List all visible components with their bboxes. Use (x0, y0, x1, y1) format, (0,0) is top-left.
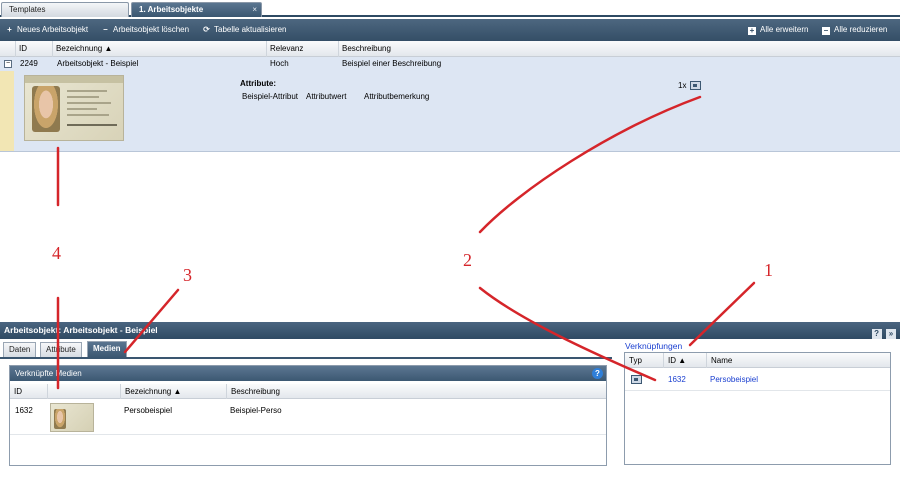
media-thumbnail-photo (54, 409, 66, 429)
minus-icon: – (103, 25, 108, 34)
refresh-icon: ⟳ (203, 25, 210, 34)
attribute-name: Beispiel-Attribut (242, 92, 299, 101)
media-icon[interactable] (690, 81, 701, 90)
media-row-description: Beispiel-Perso (230, 406, 282, 415)
detail-panel-tools: ? » (870, 325, 896, 342)
delete-object-button[interactable]: – Arbeitsobjekt löschen (101, 19, 189, 41)
delete-object-label: Arbeitsobjekt löschen (113, 25, 190, 34)
table-empty-area (0, 153, 900, 321)
media-table-row[interactable]: 1632 Persobeispiel Beispiel-Perso (10, 400, 606, 435)
row-relevance: Hoch (270, 59, 289, 68)
id-card-line (67, 114, 109, 116)
objects-table-header: ID Bezeichnung ▲ Relevanz Beschreibung (0, 41, 900, 57)
links-row-name[interactable]: Persobeispiel (710, 375, 758, 384)
tab-arbeitsobjekte-label: 1. Arbeitsobjekte (139, 5, 204, 14)
detail-panel-title: Arbeitsobjekt: Arbeitsobjekt - Beispiel (4, 325, 158, 335)
attributes-title: Attribute: (240, 79, 276, 88)
links-column-name[interactable]: Name (706, 353, 890, 368)
links-row-id[interactable]: 1632 (668, 375, 686, 384)
row-name: Arbeitsobjekt - Beispiel (57, 59, 139, 68)
id-card-line (67, 108, 97, 110)
media-column-preview[interactable] (47, 384, 120, 399)
refresh-table-label: Tabelle aktualisieren (214, 25, 287, 34)
linked-media-header: Verknüpfte Medien (10, 366, 606, 381)
tab-strip: Templates 1. Arbeitsobjekte × (0, 0, 900, 17)
linked-media-title: Verknüpfte Medien (15, 369, 82, 378)
media-row-id: 1632 (15, 406, 33, 415)
id-card-header-strip (25, 76, 123, 83)
id-card-signature (67, 124, 117, 126)
row-id: 2249 (20, 59, 38, 68)
tab-underline (0, 357, 612, 359)
column-bezeichnung[interactable]: Bezeichnung ▲ (52, 41, 266, 57)
annotation-number-1: 1 (764, 260, 773, 280)
attribute-value: Attributwert (306, 92, 347, 101)
tab-templates-label: Templates (9, 5, 46, 14)
column-beschreibung[interactable]: Beschreibung (338, 41, 900, 57)
new-object-button[interactable]: + Neues Arbeitsobjekt (5, 19, 88, 41)
new-object-label: Neues Arbeitsobjekt (17, 25, 89, 34)
links-table-header: Typ ID ▲ Name (625, 353, 890, 368)
collapse-all-label: Alle reduzieren (834, 25, 888, 34)
help-icon[interactable]: ? (871, 329, 882, 339)
refresh-table-button[interactable]: ⟳ Tabelle aktualisieren (202, 19, 287, 41)
collapse-panel-icon[interactable]: » (886, 329, 896, 339)
media-table-header: ID Bezeichnung ▲ Beschreibung (10, 384, 606, 399)
tab-medien[interactable]: Medien (87, 341, 127, 358)
annotation-number-2: 2 (463, 250, 472, 270)
media-column-id[interactable]: ID (10, 384, 47, 399)
media-thumbnail[interactable] (50, 403, 94, 432)
expand-all-label: Alle erweitern (760, 25, 809, 34)
annotation-number-4: 4 (52, 243, 61, 263)
media-count: 1x (678, 81, 687, 90)
collapse-icon: – (822, 26, 830, 35)
table-row[interactable]: − 2249 Arbeitsobjekt - Beispiel Hoch Bei… (0, 57, 900, 152)
id-card-line (67, 96, 99, 98)
media-row-name: Persobeispiel (124, 406, 173, 415)
tab-templates[interactable]: Templates (1, 2, 129, 17)
tab-daten[interactable]: Daten (3, 342, 37, 357)
tab-attribute[interactable]: Attribute (40, 342, 82, 357)
row-description: Beispiel einer Beschreibung (342, 59, 442, 68)
id-card-line (67, 90, 107, 92)
media-column-bezeichnung[interactable]: Bezeichnung ▲ (120, 384, 226, 399)
annotation-number-3: 3 (183, 265, 192, 285)
id-card-line (67, 102, 111, 104)
plus-icon: + (7, 25, 12, 34)
detail-panel-header: Arbeitsobjekt: Arbeitsobjekt - Beispiel … (0, 322, 900, 339)
media-column-beschreibung[interactable]: Beschreibung (226, 384, 606, 399)
links-panel: Typ ID ▲ Name 1632 Persobeispiel (624, 352, 891, 465)
column-relevanz[interactable]: Relevanz (266, 41, 338, 57)
attribute-remark: Attributbemerkung (364, 92, 430, 101)
links-title: Verknüpfungen (625, 341, 683, 351)
expand-all-button[interactable]: + Alle erweitern (748, 19, 808, 41)
toolbar: + Neues Arbeitsobjekt – Arbeitsobjekt lösc… (0, 19, 900, 41)
column-id[interactable]: ID (15, 41, 52, 57)
help-icon[interactable]: ? (592, 368, 603, 379)
row-collapse-toggle[interactable]: − (4, 60, 12, 68)
detail-tabs: Daten Attribute Medien (0, 339, 612, 358)
close-tab-icon[interactable]: × (252, 3, 257, 17)
links-column-id[interactable]: ID ▲ (663, 353, 706, 368)
links-table-row[interactable]: 1632 Persobeispiel (625, 369, 890, 391)
row-expand-bar (0, 71, 14, 151)
id-card-image[interactable] (24, 75, 124, 141)
links-column-typ[interactable]: Typ (625, 353, 663, 368)
linked-media-panel: Verknüpfte Medien ? ID Bezeichnung ▲ Bes… (9, 365, 607, 466)
collapse-all-button[interactable]: – Alle reduzieren (822, 19, 887, 41)
expand-icon: + (748, 26, 756, 35)
tab-arbeitsobjekte[interactable]: 1. Arbeitsobjekte × (131, 2, 262, 17)
id-card-photo (32, 86, 60, 132)
media-type-icon (631, 375, 642, 384)
